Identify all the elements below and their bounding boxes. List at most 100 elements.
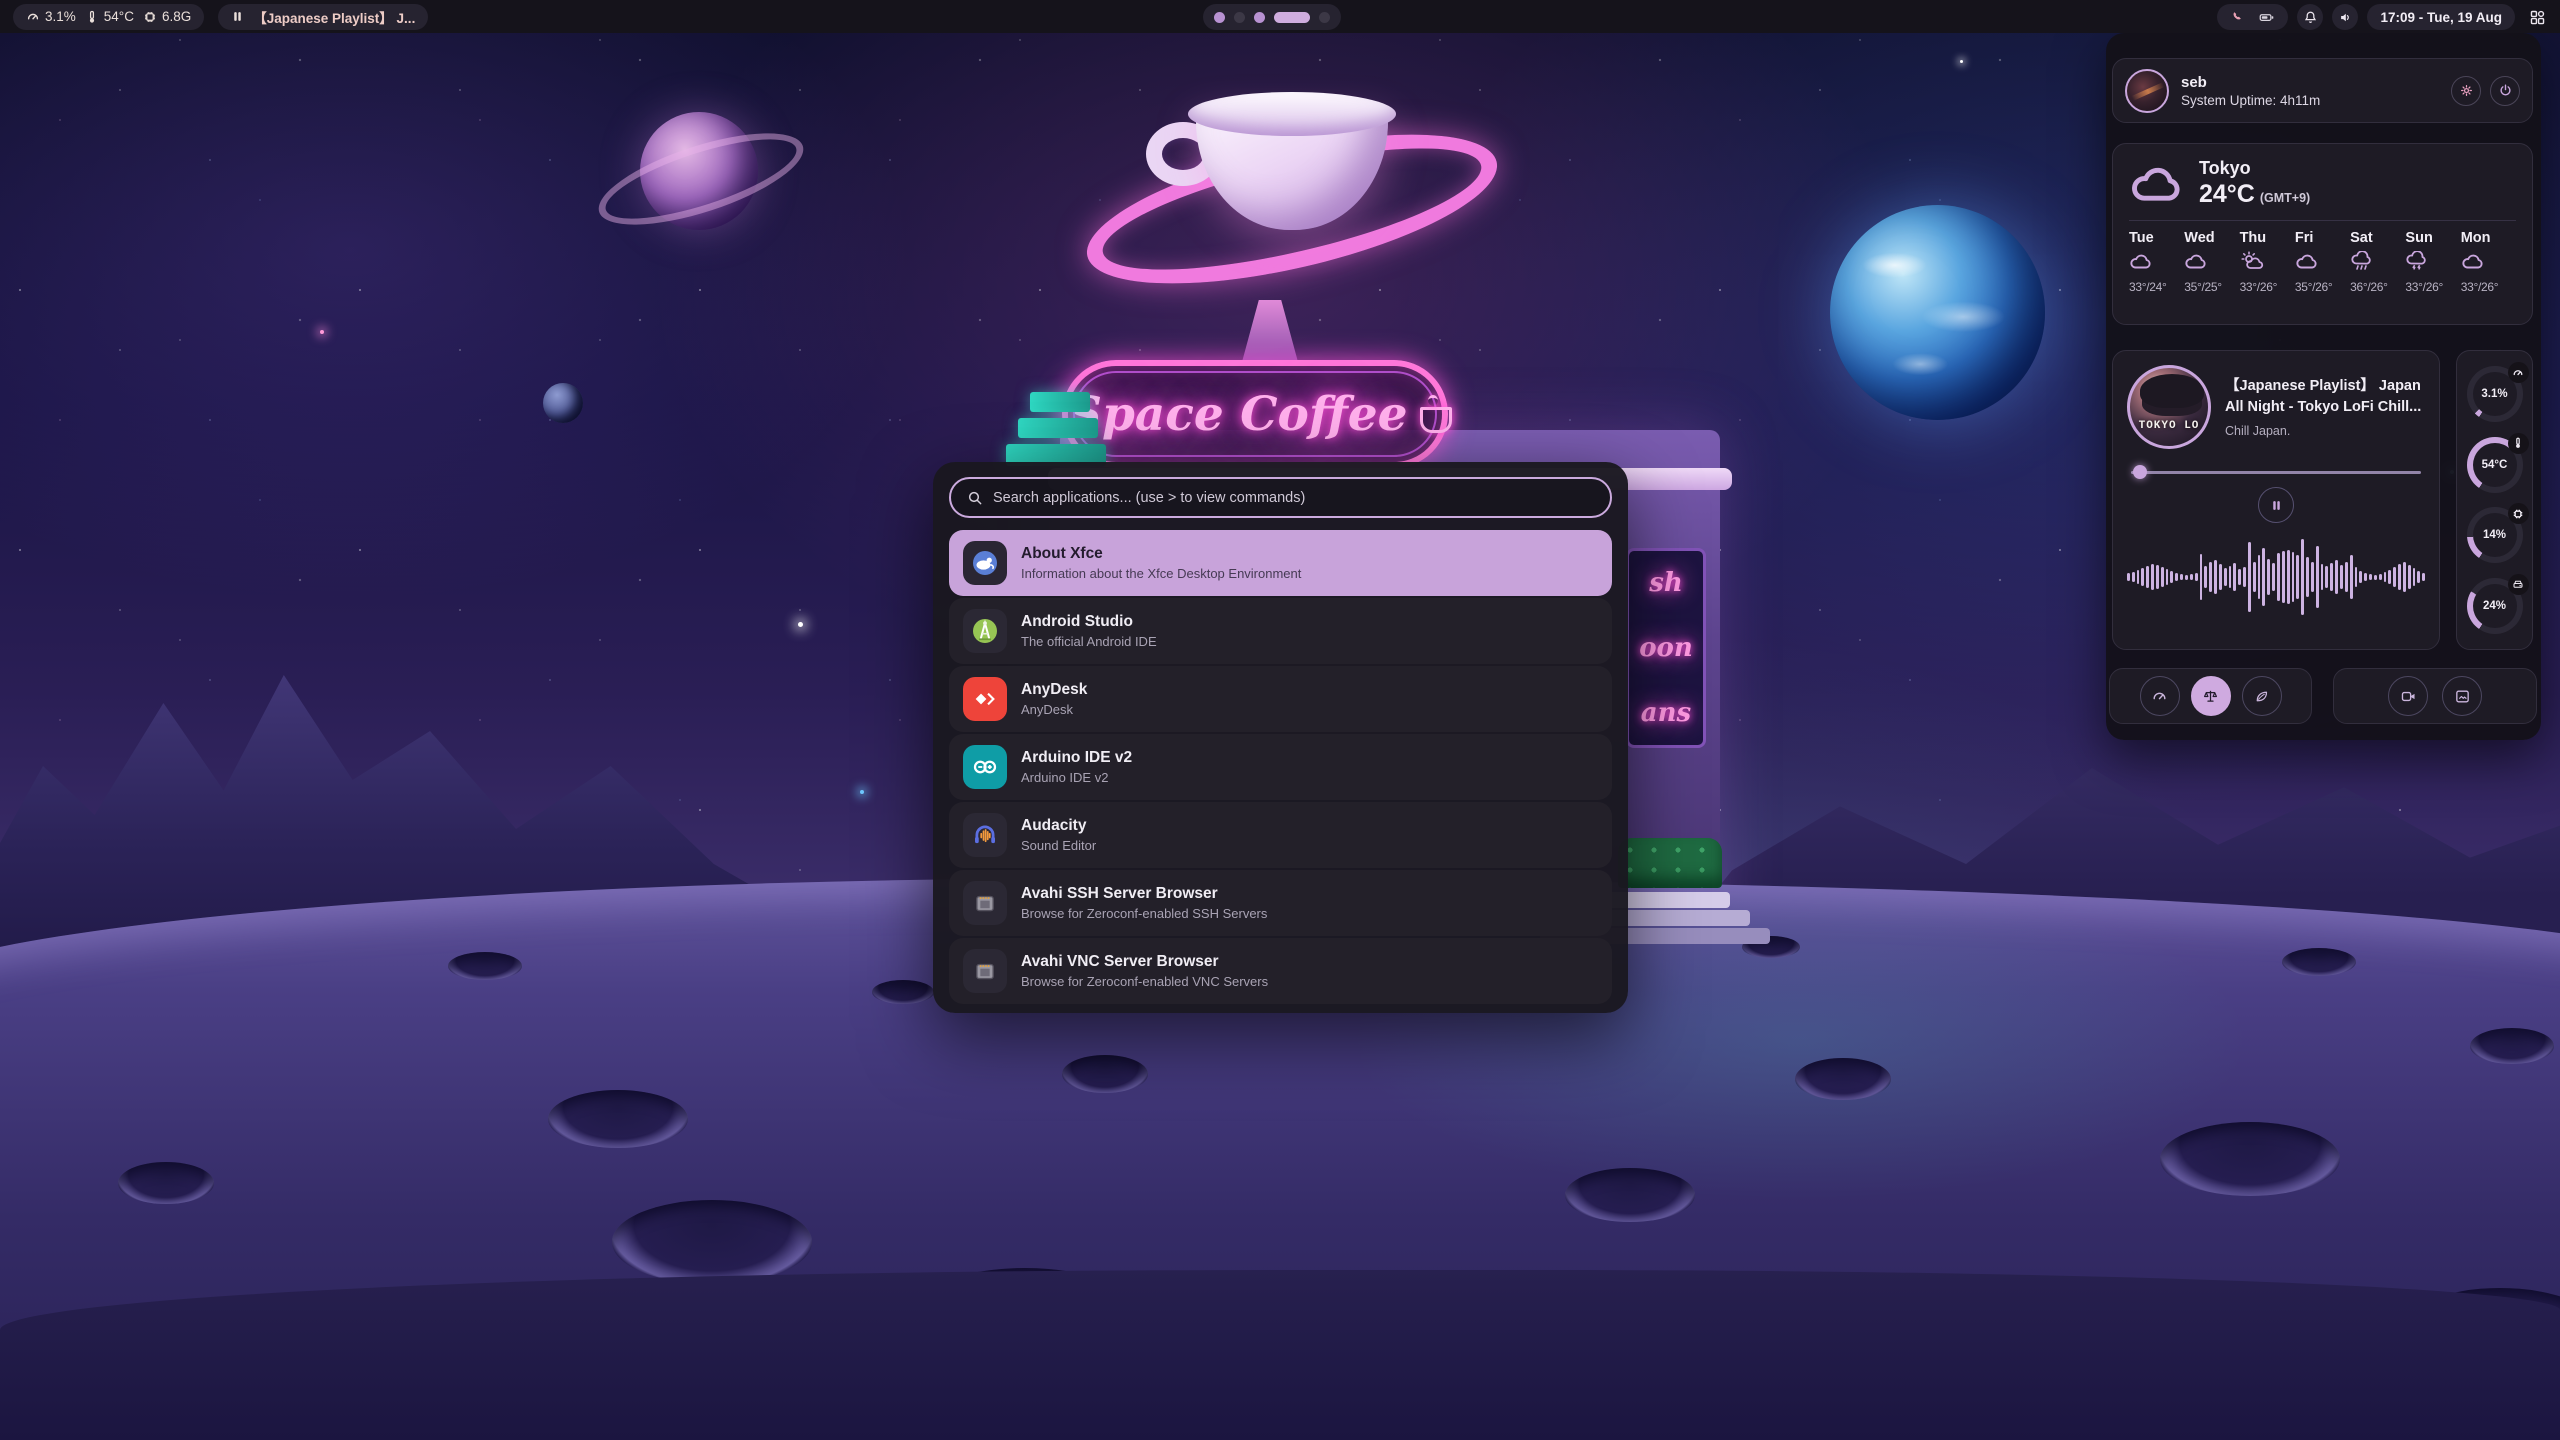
seek-track <box>2131 471 2421 474</box>
crater <box>1565 1168 1695 1222</box>
shop-hedge <box>1618 838 1722 888</box>
app-title: About Xfce <box>1021 543 1301 565</box>
cpu-stat: 3.1% <box>26 9 76 24</box>
day-temps: 33°/26° <box>2405 280 2460 294</box>
bright-star <box>1960 60 1963 63</box>
power-button[interactable] <box>2490 76 2520 106</box>
day-label: Fri <box>2295 230 2350 246</box>
cpu-value: 3.1% <box>45 9 76 24</box>
memory-stat: 6.8G <box>143 9 191 24</box>
day-label: Wed <box>2184 230 2239 246</box>
forecast-row: Tue 33°/24° Wed 35°/25° Thu 33°/26° Fri … <box>2129 230 2516 294</box>
chip-icon <box>143 10 157 24</box>
volume-button[interactable] <box>2332 4 2358 30</box>
avahi-ssh-icon <box>963 881 1007 925</box>
app-title: Audacity <box>1021 815 1096 837</box>
battery-icon <box>2258 10 2275 25</box>
avahi-vnc-icon <box>963 949 1007 993</box>
thermometer-icon <box>85 10 99 24</box>
leaf-icon <box>2253 688 2270 705</box>
album-art-text: TOKYO LO <box>2130 420 2208 432</box>
bright-star <box>860 790 864 794</box>
shop-window: sh oon ans <box>1626 548 1706 748</box>
bright-star <box>320 330 324 334</box>
pause-icon <box>231 10 244 23</box>
neon-fragment: ans <box>1641 698 1691 728</box>
app-item-audacity[interactable]: Audacity Sound Editor <box>949 802 1612 868</box>
app-item-about-xfce[interactable]: About Xfce Information about the Xfce De… <box>949 530 1612 596</box>
crater <box>1062 1055 1148 1093</box>
crater <box>448 952 522 980</box>
app-item-avahi-vnc[interactable]: Avahi VNC Server Browser Browse for Zero… <box>949 938 1612 1004</box>
play-pause-button[interactable] <box>2258 487 2294 523</box>
cloud-icon <box>2184 251 2239 275</box>
bell-icon <box>2303 10 2318 25</box>
system-stats-pill[interactable]: 3.1% 54°C 6.8G <box>13 4 204 30</box>
day-temps: 33°/24° <box>2129 280 2184 294</box>
forecast-day: Tue 33°/24° <box>2129 230 2184 294</box>
forecast-day: Sat 36°/26° <box>2350 230 2405 294</box>
audio-visualizer <box>2127 529 2425 625</box>
day-label: Sun <box>2405 230 2460 246</box>
seek-handle[interactable] <box>2133 465 2147 479</box>
app-item-android-studio[interactable]: Android Studio The official Android IDE <box>949 598 1612 664</box>
app-subtitle: The official Android IDE <box>1021 634 1157 651</box>
powersave-mode-button[interactable] <box>2242 676 2282 716</box>
performance-mode-button[interactable] <box>2140 676 2180 716</box>
notifications-button[interactable] <box>2297 4 2323 30</box>
app-grid-button[interactable] <box>2524 4 2550 30</box>
pause-icon <box>2270 499 2283 512</box>
crater <box>118 1162 214 1204</box>
top-bar: 3.1% 54°C 6.8G 【Japanese Playlist】 J... <box>0 0 2560 33</box>
earth-planet <box>1830 205 2045 420</box>
workspace-dot-4[interactable] <box>1274 12 1310 23</box>
neon-fragment: oon <box>1639 633 1693 663</box>
weather-card: Tokyo 24°C(GMT+9) Tue 33°/24° Wed 35°/25… <box>2112 143 2533 325</box>
balanced-mode-button[interactable] <box>2191 676 2231 716</box>
screenshot-button[interactable] <box>2442 676 2482 716</box>
workspace-dot-1[interactable] <box>1214 12 1225 23</box>
screen-record-button[interactable] <box>2388 676 2428 716</box>
xfce-icon <box>963 541 1007 585</box>
clock[interactable]: 17:09 - Tue, 19 Aug <box>2367 4 2515 30</box>
chip-icon <box>2508 503 2529 524</box>
anydesk-icon <box>963 677 1007 721</box>
mode-buttons-card <box>2109 668 2312 724</box>
connectivity-pill[interactable] <box>2217 4 2288 30</box>
app-item-anydesk[interactable]: AnyDesk AnyDesk <box>949 666 1612 732</box>
app-subtitle: AnyDesk <box>1021 702 1087 719</box>
rain-icon <box>2350 251 2405 275</box>
app-title: Android Studio <box>1021 611 1157 633</box>
space-coffee-sign: Space Coffee <box>1062 360 1448 468</box>
gauge-icon <box>2508 362 2529 383</box>
memory-value: 6.8G <box>162 9 191 24</box>
album-art: TOKYO LO <box>2127 365 2211 449</box>
seek-bar[interactable] <box>2131 465 2421 479</box>
crater <box>1795 1058 1891 1100</box>
workspace-dot-5[interactable] <box>1319 12 1330 23</box>
crater <box>872 980 934 1004</box>
android-studio-icon <box>963 609 1007 653</box>
day-temps: 33°/26° <box>2461 280 2516 294</box>
app-item-arduino[interactable]: Arduino IDE v2 Arduino IDE v2 <box>949 734 1612 800</box>
sign-inner-ring <box>1073 371 1437 457</box>
small-moon <box>543 383 583 423</box>
app-item-avahi-ssh[interactable]: Avahi SSH Server Browser Browse for Zero… <box>949 870 1612 936</box>
workspace-dot-2[interactable] <box>1234 12 1245 23</box>
track-artist: Chill Japan. <box>2225 424 2425 438</box>
app-subtitle: Sound Editor <box>1021 838 1096 855</box>
settings-button[interactable] <box>2451 76 2481 106</box>
neon-fragment: sh <box>1649 568 1683 598</box>
crater <box>2160 1122 2340 1196</box>
now-playing-chip[interactable]: 【Japanese Playlist】 J... <box>218 4 428 30</box>
temp-value: 54°C <box>104 9 134 24</box>
ringed-planet <box>640 112 758 230</box>
forecast-day: Fri 35°/26° <box>2295 230 2350 294</box>
memory-gauge: 14% <box>2467 507 2523 563</box>
workspace-dot-3[interactable] <box>1254 12 1265 23</box>
search-input[interactable] <box>993 490 1594 506</box>
day-temps: 35°/25° <box>2184 280 2239 294</box>
app-subtitle: Browse for Zeroconf-enabled VNC Servers <box>1021 974 1268 991</box>
crater <box>2282 948 2356 976</box>
image-icon <box>2454 688 2471 705</box>
